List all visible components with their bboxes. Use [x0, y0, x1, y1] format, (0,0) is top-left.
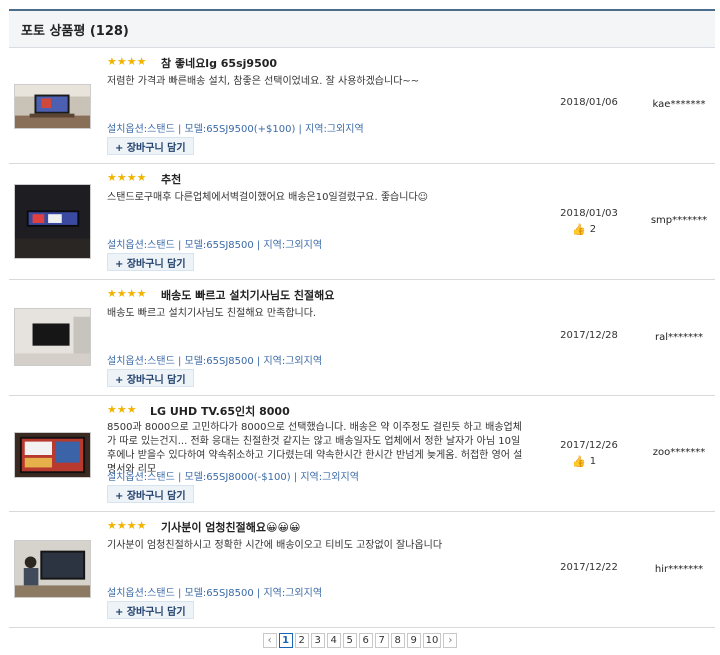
page-button[interactable]: 10 — [422, 632, 442, 648]
star-filled-icon: ★ — [107, 287, 117, 300]
review-date: 2017/12/26 — [560, 440, 618, 451]
review-item: ★★★★ 참 좋네요lg 65sj9500 저렴한 가격과 빠른배송 설치, 참… — [9, 48, 715, 164]
like-count[interactable]: 👍 2 — [572, 223, 596, 236]
review-item: ★★★★ 기사분이 엄청친절해요😀😀😀 기사분이 엄청친절하시고 정확한 시간에… — [9, 512, 715, 628]
page-button[interactable]: 9 — [406, 632, 421, 648]
review-title: 기사분이 엄청친절해요😀😀😀 — [161, 521, 301, 534]
thumbs-up-icon: 👍 — [572, 223, 586, 236]
photo-review-header: 포토 상품평 (128) — [9, 9, 715, 48]
review-photo[interactable] — [14, 184, 91, 259]
review-photo[interactable] — [14, 432, 91, 478]
review-user: smp******* — [650, 215, 708, 226]
review-photo[interactable] — [14, 84, 91, 129]
review-date: 2017/12/22 — [560, 562, 618, 573]
add-to-cart-button[interactable]: + 장바구니 담기 — [107, 369, 194, 387]
review-user: hir******* — [654, 564, 704, 575]
review-options: 설치옵션:스탠드 | 모델:65SJ8000(-$100) | 지역:그외지역 — [107, 472, 359, 483]
review-user: zoo******* — [652, 447, 706, 458]
review-list: ★★★★ 참 좋네요lg 65sj9500 저렴한 가격과 빠른배송 설치, 참… — [9, 48, 715, 628]
review-options: 설치옵션:스탠드 | 모델:65SJ9500(+$100) | 지역:그외지역 — [107, 124, 364, 135]
review-body: 스탠드로구매후 다른업체에서벽걸이했어요 배송은10일걸렸구요. 좋습니다☺ — [107, 192, 429, 203]
review-date: 2018/01/06 — [560, 97, 618, 108]
page-button[interactable]: 7 — [374, 632, 389, 648]
star-filled-icon: ★ — [116, 287, 127, 300]
rating-stars: ★★★★ — [107, 287, 147, 300]
like-number: 1 — [589, 456, 597, 467]
star-filled-icon: ★ — [126, 55, 137, 68]
star-filled-icon: ★ — [136, 519, 147, 532]
review-options: 설치옵션:스탠드 | 모델:65SJ8500 | 지역:그외지역 — [107, 240, 323, 251]
page-button[interactable]: 3 — [310, 632, 325, 648]
thumbs-up-icon: 👍 — [572, 455, 586, 468]
star-filled-icon: ★ — [136, 287, 147, 300]
review-title: LG UHD TV.65인치 8000 — [150, 405, 290, 418]
review-item: ★★★★ 배송도 빠르고 설치기사님도 친절해요 배송도 빠르고 설치기사님도 … — [9, 280, 715, 396]
like-count[interactable]: 👍 1 — [572, 455, 596, 468]
review-options: 설치옵션:스탠드 | 모델:65SJ8500 | 지역:그외지역 — [107, 356, 323, 367]
review-photo[interactable] — [14, 540, 91, 598]
review-user: kae******* — [652, 99, 706, 110]
star-filled-icon: ★ — [136, 171, 147, 184]
star-filled-icon: ★ — [116, 403, 127, 416]
star-filled-icon: ★ — [126, 519, 137, 532]
review-title: 추천 — [161, 173, 182, 186]
rating-stars: ★★★★ — [107, 55, 147, 68]
star-filled-icon: ★ — [107, 519, 117, 532]
review-item: ★★★ LG UHD TV.65인치 8000 8500과 8000으로 고민하… — [9, 396, 715, 512]
star-filled-icon: ★ — [116, 519, 127, 532]
page-button[interactable]: 2 — [294, 632, 309, 648]
star-filled-icon: ★ — [136, 55, 147, 68]
star-filled-icon: ★ — [126, 171, 137, 184]
review-date: 2017/12/28 — [560, 330, 618, 341]
page-button[interactable]: 1 — [278, 632, 293, 648]
rating-stars: ★★★ — [107, 403, 137, 416]
add-to-cart-button[interactable]: + 장바구니 담기 — [107, 253, 194, 271]
pagination: ‹ 1 2 3 4 5 6 7 8 9 10 › — [0, 632, 720, 648]
review-user: ral******* — [654, 332, 704, 343]
add-to-cart-button[interactable]: + 장바구니 담기 — [107, 137, 194, 155]
rating-stars: ★★★★ — [107, 171, 147, 184]
add-to-cart-button[interactable]: + 장바구니 담기 — [107, 601, 194, 619]
add-to-cart-button[interactable]: + 장바구니 담기 — [107, 485, 194, 503]
review-options: 설치옵션:스탠드 | 모델:65SJ8500 | 지역:그외지역 — [107, 588, 323, 599]
prev-page-button[interactable]: ‹ — [262, 632, 277, 648]
like-number: 2 — [589, 224, 597, 235]
review-title: 참 좋네요lg 65sj9500 — [161, 57, 278, 70]
star-filled-icon: ★ — [107, 403, 117, 416]
star-filled-icon: ★ — [107, 55, 117, 68]
review-body: 배송도 빠르고 설치기사님도 친절해요 만족합니다. — [107, 308, 317, 319]
star-filled-icon: ★ — [126, 287, 137, 300]
review-item: ★★★★ 추천 스탠드로구매후 다른업체에서벽걸이했어요 배송은10일걸렸구요.… — [9, 164, 715, 280]
section-title: 포토 상품평 (128) — [21, 23, 129, 39]
review-date: 2018/01/03 — [560, 208, 618, 219]
page-button[interactable]: 8 — [390, 632, 405, 648]
star-filled-icon: ★ — [116, 171, 127, 184]
next-page-button[interactable]: › — [443, 632, 458, 648]
star-filled-icon: ★ — [116, 55, 127, 68]
page-button[interactable]: 4 — [326, 632, 341, 648]
review-body: 저렴한 가격과 빠른배송 설치, 참좋은 선택이었네요. 잘 사용하겠습니다~~ — [107, 76, 420, 87]
review-body: 기사분이 엄청친절하시고 정확한 시간에 배송이오고 티비도 고장없이 잘나옵니… — [107, 540, 443, 551]
page-button[interactable]: 6 — [358, 632, 373, 648]
star-filled-icon: ★ — [107, 171, 117, 184]
page-button[interactable]: 5 — [342, 632, 357, 648]
review-photo[interactable] — [14, 308, 91, 366]
rating-stars: ★★★★ — [107, 519, 147, 532]
star-filled-icon: ★ — [126, 403, 137, 416]
review-title: 배송도 빠르고 설치기사님도 친절해요 — [161, 289, 335, 302]
